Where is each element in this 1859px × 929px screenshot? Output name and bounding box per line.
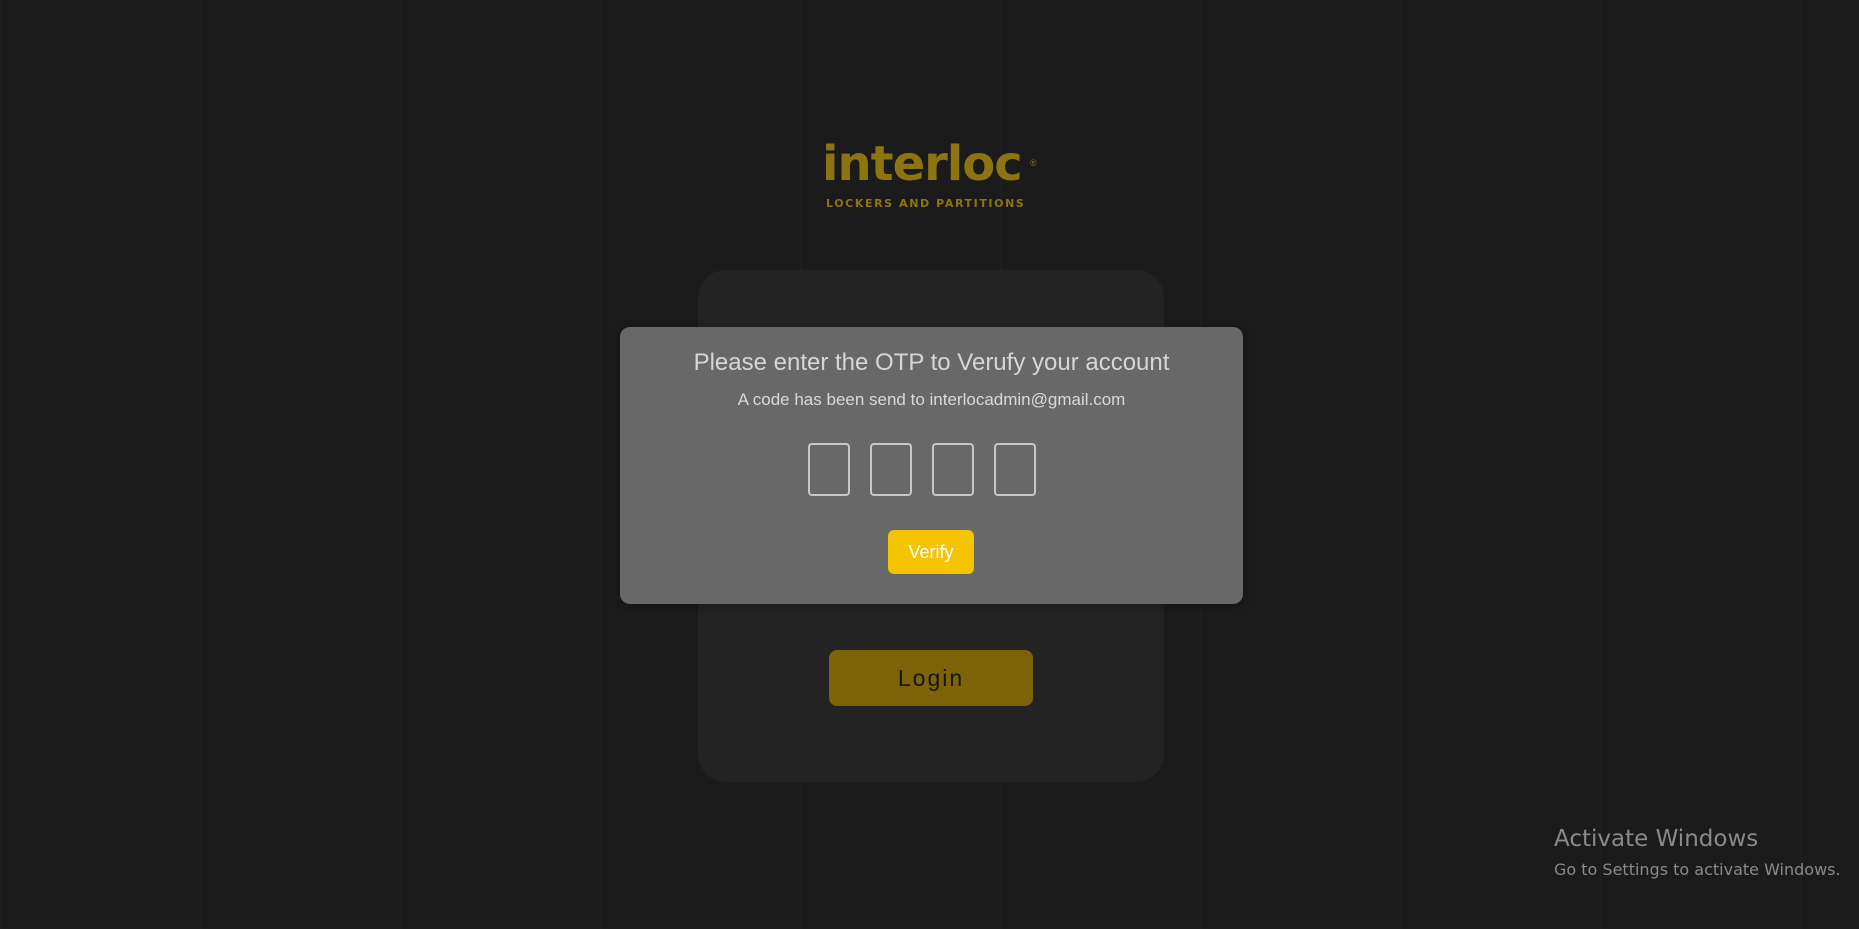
otp-modal: Please enter the OTP to Verufy your acco… <box>620 327 1243 604</box>
login-button[interactable]: Login <box>829 650 1033 706</box>
otp-digit-3[interactable] <box>932 443 974 496</box>
interloc-logo: interloc ® LOCKERS AND PARTITIONS <box>822 140 1042 214</box>
login-page: interloc ® LOCKERS AND PARTITIONS Login … <box>0 0 1859 929</box>
watermark-title: Activate Windows <box>1554 826 1759 852</box>
logo-tagline: LOCKERS AND PARTITIONS <box>826 197 1026 210</box>
logo-wordmark: interloc <box>822 136 1023 192</box>
otp-modal-title: Please enter the OTP to Verufy your acco… <box>693 349 1170 376</box>
verify-button[interactable]: Verify <box>888 530 974 574</box>
otp-input-row <box>808 443 1036 501</box>
otp-modal-subtitle: A code has been send to interlocadmin@gm… <box>737 390 1126 409</box>
otp-digit-1[interactable] <box>808 443 850 496</box>
otp-digit-4[interactable] <box>994 443 1036 496</box>
activate-windows-watermark: Activate Windows Go to Settings to activ… <box>1554 826 1841 879</box>
otp-digit-2[interactable] <box>870 443 912 496</box>
logo-registered-mark: ® <box>1030 158 1037 168</box>
watermark-subtitle: Go to Settings to activate Windows. <box>1554 859 1841 879</box>
